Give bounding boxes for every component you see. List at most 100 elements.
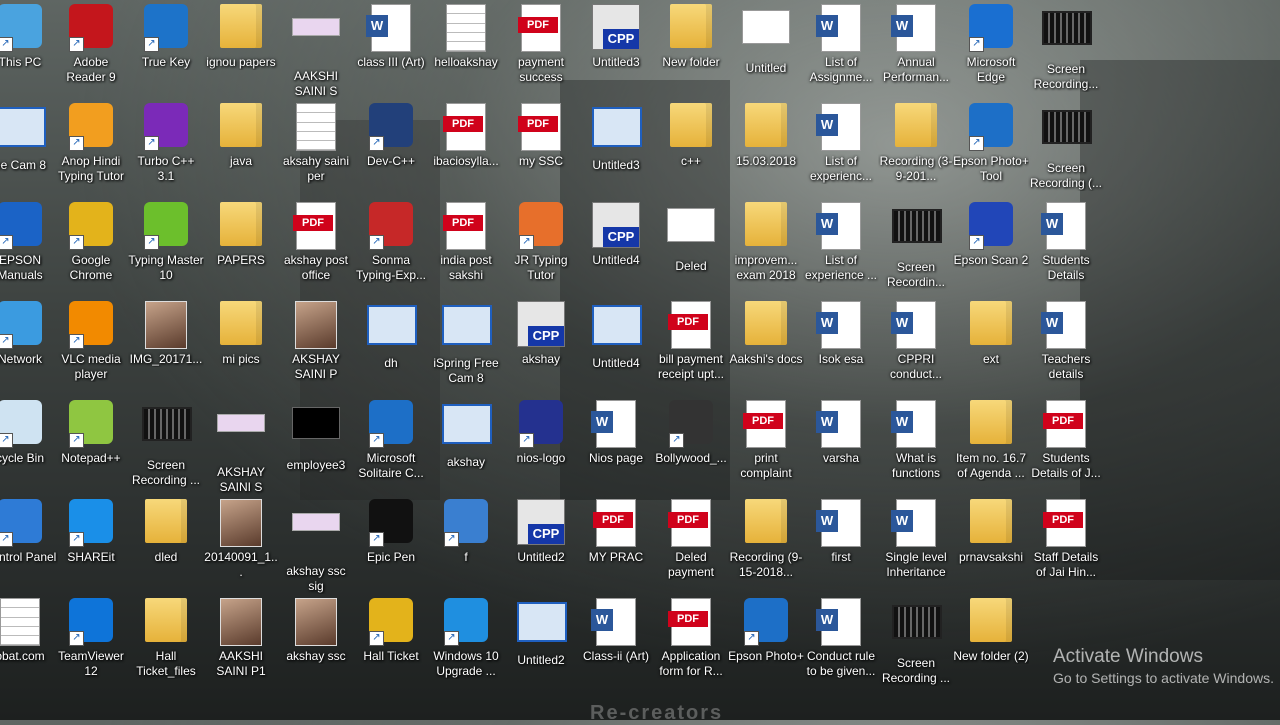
- desktop-icon[interactable]: PDF ibaciosylla...: [428, 101, 504, 197]
- desktop-icon[interactable]: W Isok esa: [803, 299, 879, 395]
- desktop-icon[interactable]: PDF bill payment receipt upt...: [653, 299, 729, 395]
- desktop-icon[interactable]: ↗ f: [428, 497, 504, 593]
- desktop-icon[interactable]: ↗ Turbo C++ 3.1: [128, 101, 204, 197]
- desktop-icon[interactable]: prnavsakshi: [953, 497, 1029, 593]
- desktop-icon[interactable]: improvem... exam 2018: [728, 200, 804, 296]
- desktop-icon[interactable]: ↗ Epson Photo+: [728, 596, 804, 692]
- desktop-icon[interactable]: Untitled3: [578, 101, 654, 197]
- desktop-icon[interactable]: helloakshay: [428, 2, 504, 98]
- desktop-icon[interactable]: Recording (3-9-201...: [878, 101, 954, 197]
- desktop-icon[interactable]: ↗ This PC: [0, 2, 58, 98]
- desktop-icon[interactable]: ↗ JR Typing Tutor: [503, 200, 579, 296]
- desktop-icon[interactable]: PDF india post sakshi: [428, 200, 504, 296]
- desktop-icon[interactable]: Recording (9-15-2018...: [728, 497, 804, 593]
- desktop-icon[interactable]: dled: [128, 497, 204, 593]
- desktop-icon[interactable]: Deled: [653, 200, 729, 296]
- desktop-icon[interactable]: ↗ Microsoft Solitaire C...: [353, 398, 429, 494]
- desktop-icon[interactable]: AKSHAY SAINI P: [278, 299, 354, 395]
- desktop-icon[interactable]: Wclass III (Art): [353, 2, 429, 98]
- desktop-icon[interactable]: New folder (2): [953, 596, 1029, 692]
- desktop-icon[interactable]: PDF Students Details of J...: [1028, 398, 1104, 494]
- desktop-icon[interactable]: employee3: [278, 398, 354, 494]
- desktop-icon[interactable]: PDF my SSC: [503, 101, 579, 197]
- desktop-icon[interactable]: PDF print complaint: [728, 398, 804, 494]
- desktop-icon[interactable]: W List of experience ...: [803, 200, 879, 296]
- desktop-icon[interactable]: CPP Untitled2: [503, 497, 579, 593]
- desktop-icon[interactable]: AAKSHI SAINI P1: [203, 596, 279, 692]
- desktop-icon[interactable]: Screen Recording...: [1028, 2, 1104, 98]
- desktop-icon[interactable]: W Teachers details: [1028, 299, 1104, 395]
- desktop-icon[interactable]: ↗ nios-logo: [503, 398, 579, 494]
- desktop-icon[interactable]: PDF Staff Details of Jai Hin...: [1028, 497, 1104, 593]
- desktop-icon[interactable]: ↗ Control Panel: [0, 497, 58, 593]
- desktop-icon[interactable]: dh: [353, 299, 429, 395]
- desktop-icon[interactable]: ↗ SHAREit: [53, 497, 129, 593]
- desktop-icon[interactable]: PDF akshay post office: [278, 200, 354, 296]
- desktop-icon[interactable]: W Students Details: [1028, 200, 1104, 296]
- desktop-icon[interactable]: akshay: [428, 398, 504, 494]
- desktop-icon[interactable]: ↗ Windows 10 Upgrade ...: [428, 596, 504, 692]
- desktop-icon[interactable]: ↗ Anop Hindi Typing Tutor: [53, 101, 129, 197]
- desktop-icon[interactable]: mi pics: [203, 299, 279, 395]
- desktop-icon[interactable]: W List of experienc...: [803, 101, 879, 197]
- desktop-icon[interactable]: W Class-ii (Art): [578, 596, 654, 692]
- desktop-icon[interactable]: ↗ Notepad++: [53, 398, 129, 494]
- desktop-icon[interactable]: PDF MY PRAC: [578, 497, 654, 593]
- desktop-icon[interactable]: CPP Untitled4: [578, 200, 654, 296]
- desktop-icon[interactable]: ↗ Typing Master 10: [128, 200, 204, 296]
- desktop-icon[interactable]: ↗ True Key: [128, 2, 204, 98]
- desktop-icon[interactable]: ↗ cycle Bin: [0, 398, 58, 494]
- desktop-icon[interactable]: Screen Recordin...: [878, 200, 954, 296]
- desktop-icon[interactable]: W List of Assignme...: [803, 2, 879, 98]
- desktop-icon[interactable]: W Annual Performan...: [878, 2, 954, 98]
- desktop-icon[interactable]: ↗ Dev-C++: [353, 101, 429, 197]
- desktop-icon[interactable]: ignou papers: [203, 2, 279, 98]
- desktop-icon[interactable]: Untitled2: [503, 596, 579, 692]
- desktop-icon[interactable]: ↗ Google Chrome: [53, 200, 129, 296]
- desktop-icon[interactable]: ↗ Bollywood_...: [653, 398, 729, 494]
- desktop-icon[interactable]: Aakshi's docs: [728, 299, 804, 395]
- desktop-icon[interactable]: Hall Ticket_files: [128, 596, 204, 692]
- desktop-icon[interactable]: akshay ssc: [278, 596, 354, 692]
- desktop-icon[interactable]: AAKSHI SAINI S: [278, 2, 354, 98]
- desktop-icon[interactable]: Screen Recording ...: [128, 398, 204, 494]
- desktop-icon[interactable]: PDF Deled payment: [653, 497, 729, 593]
- desktop-icon[interactable]: PDF Application form for R...: [653, 596, 729, 692]
- desktop-icon[interactable]: Screen Recording ...: [878, 596, 954, 692]
- desktop-icon[interactable]: ↗ EPSON Manuals: [0, 200, 58, 296]
- desktop-icon[interactable]: CPP Untitled3: [578, 2, 654, 98]
- desktop-icon[interactable]: ↗ VLC media player: [53, 299, 129, 395]
- desktop-icon[interactable]: ↗ TeamViewer 12: [53, 596, 129, 692]
- desktop-icon[interactable]: Screen Recording (...: [1028, 101, 1104, 197]
- desktop-icon[interactable]: ↗ Epson Photo+ Tool: [953, 101, 1029, 197]
- desktop-icon[interactable]: Item no. 16.7 of Agenda ...: [953, 398, 1029, 494]
- desktop-icon[interactable]: obat.com: [0, 596, 58, 692]
- desktop-icon[interactable]: W Conduct rule to be given...: [803, 596, 879, 692]
- desktop-icon[interactable]: ↗ Hall Ticket: [353, 596, 429, 692]
- desktop-icon[interactable]: PDF payment success: [503, 2, 579, 98]
- desktop-icon[interactable]: IMG_20171...: [128, 299, 204, 395]
- desktop-icon[interactable]: Wvarsha: [803, 398, 879, 494]
- desktop-icon[interactable]: ↗ Adobe Reader 9: [53, 2, 129, 98]
- desktop-icon[interactable]: CPP akshay: [503, 299, 579, 395]
- desktop-icon[interactable]: java: [203, 101, 279, 197]
- desktop-icon[interactable]: W CPPRI conduct...: [878, 299, 954, 395]
- desktop-icon[interactable]: PAPERS: [203, 200, 279, 296]
- desktop-icon[interactable]: ↗ Microsoft Edge: [953, 2, 1029, 98]
- desktop-icon[interactable]: AKSHAY SAINI S: [203, 398, 279, 494]
- desktop-icon[interactable]: ↗ Network: [0, 299, 58, 395]
- desktop-icon[interactable]: ↗ Epic Pen: [353, 497, 429, 593]
- desktop-icon[interactable]: W Nios page: [578, 398, 654, 494]
- desktop-icon[interactable]: ↗ Sonma Typing-Exp...: [353, 200, 429, 296]
- desktop-icon[interactable]: ee Cam 8: [0, 101, 58, 197]
- desktop-icon[interactable]: c++: [653, 101, 729, 197]
- desktop-icon[interactable]: Untitled: [728, 2, 804, 98]
- desktop-icon[interactable]: ↗ Epson Scan 2: [953, 200, 1029, 296]
- desktop-icon[interactable]: 15.03.2018: [728, 101, 804, 197]
- desktop-icon[interactable]: Wfirst: [803, 497, 879, 593]
- desktop-icon[interactable]: aksahy saini per: [278, 101, 354, 197]
- desktop-icon[interactable]: iSpring Free Cam 8: [428, 299, 504, 395]
- desktop-icon[interactable]: New folder: [653, 2, 729, 98]
- desktop-icon[interactable]: W Single level Inheritance: [878, 497, 954, 593]
- desktop-icon[interactable]: W What is functions: [878, 398, 954, 494]
